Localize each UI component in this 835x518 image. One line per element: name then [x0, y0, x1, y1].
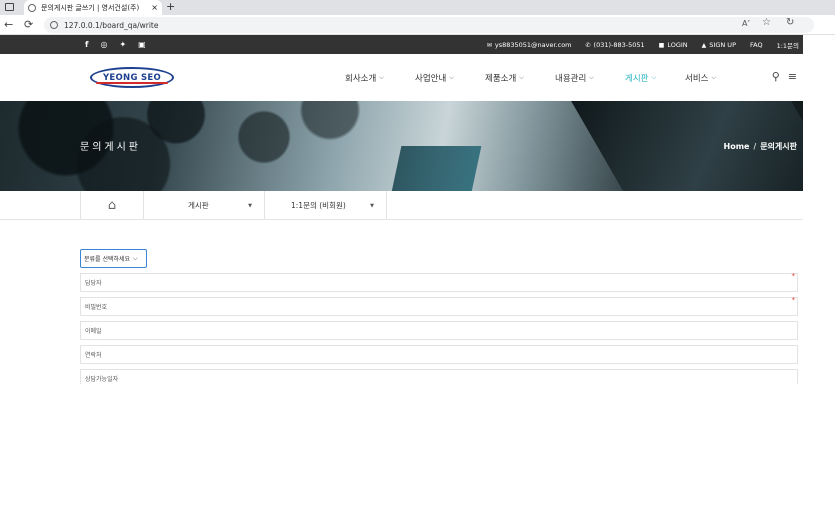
login-link[interactable]: ■ LOGIN	[659, 41, 688, 49]
home-icon: ⌂	[107, 198, 117, 213]
menu-item-content[interactable]: 내용관리 ⌵	[555, 72, 625, 84]
blank-area	[0, 384, 835, 518]
banner-tree-image	[0, 101, 440, 191]
header-icons: ⚲ ≡	[772, 70, 797, 83]
chevron-down-icon: ⌵	[711, 73, 717, 81]
phone-input[interactable]: 연락처	[80, 345, 798, 364]
caret-down-icon: ▼	[248, 202, 252, 209]
site-info-icon[interactable]	[50, 21, 58, 29]
chevron-down-icon: ⌵	[519, 73, 524, 81]
one-on-one-link[interactable]: 1:1문의	[777, 40, 799, 50]
subnav-home[interactable]: ⌂	[80, 191, 143, 220]
subnav-subboard-label: 1:1문의 (비회원)	[291, 201, 346, 210]
required-mark: *	[791, 272, 796, 280]
manager-input[interactable]: 담당자 *	[80, 272, 798, 292]
site-header: YEONG SEO 회사소개 ⌵ 사업안내 ⌵ 제품소개 ⌵ 내용관리 ⌵ 게시판 ⌵ 서…	[0, 54, 803, 101]
site-logo[interactable]: YEONG SEO	[90, 67, 174, 88]
menu-item-service[interactable]: 서비스 ⌵	[685, 72, 745, 84]
url-field[interactable]: 127.0.0.1/board_qa/write	[44, 17, 814, 33]
refresh-icon[interactable]: ↻	[786, 17, 794, 28]
menu-item-products[interactable]: 제품소개 ⌵	[485, 72, 555, 84]
caret-down-icon: ▼	[370, 202, 374, 209]
page-banner: 문의게시판 Home / 문의게시판	[0, 101, 803, 191]
faq-link[interactable]: FAQ	[750, 41, 763, 49]
breadcrumb-current: 문의게시판	[760, 142, 797, 151]
user-icon: ▲	[701, 41, 707, 49]
read-aloud-icon[interactable]: A’	[742, 19, 750, 28]
hamburger-menu-icon[interactable]: ≡	[788, 70, 797, 83]
search-icon[interactable]: ⚲	[772, 70, 780, 83]
signup-link[interactable]: ▲ SIGN UP	[702, 41, 736, 49]
phone-placeholder: 연락처	[85, 352, 102, 359]
email-placeholder: 이메일	[85, 328, 102, 335]
menu-item-company[interactable]: 회사소개 ⌵	[345, 72, 415, 84]
favorite-star-icon[interactable]: ☆	[762, 17, 771, 28]
twitter-icon[interactable]: ✦	[119, 40, 126, 49]
new-tab-button[interactable]: +	[166, 0, 175, 14]
phone-icon: ✆	[585, 41, 591, 49]
sub-navigation: ⌂ 게시판 ▼ 1:1문의 (비회원) ▼	[0, 191, 803, 220]
chevron-down-icon: ⌵	[133, 254, 138, 262]
social-links: f ◎ ✦ ▣	[85, 35, 146, 54]
password-placeholder: 비밀번호	[85, 304, 108, 311]
chevron-down-icon: ⌵	[651, 73, 657, 81]
page-title: 문의게시판	[80, 142, 141, 153]
browser-tab-strip: 문의게시판 글쓰기 | 영서건설(주) × +	[0, 0, 835, 15]
browser-tab[interactable]: 문의게시판 글쓰기 | 영서건설(주) ×	[24, 0, 162, 15]
chevron-down-icon: ⌵	[379, 73, 384, 81]
subnav-board-label: 게시판	[188, 201, 209, 210]
youtube-icon[interactable]: ▣	[138, 40, 146, 49]
manager-placeholder: 담당자	[85, 280, 102, 287]
back-arrow-icon[interactable]: ←	[4, 18, 13, 32]
email-input[interactable]: 이메일	[80, 321, 798, 340]
subnav-board-dropdown[interactable]: 게시판 ▼	[143, 191, 264, 220]
address-bar-row: ← ⟳ 127.0.0.1/board_qa/write A’ ☆ ↻	[0, 15, 835, 35]
chevron-down-icon: ⌵	[589, 73, 594, 81]
breadcrumb-separator: /	[753, 142, 757, 151]
lock-icon: ■	[658, 41, 665, 49]
tab-title: 문의게시판 글쓰기 | 영서건설(주)	[41, 3, 140, 12]
category-select-value: 분류를 선택하세요	[84, 256, 131, 263]
url-text: 127.0.0.1/board_qa/write	[64, 20, 159, 30]
password-input[interactable]: 비밀번호 *	[80, 296, 798, 316]
chevron-down-icon: ⌵	[449, 73, 454, 81]
mail-icon: ✉	[486, 41, 492, 49]
consult-date-placeholder: 상담가능일자	[85, 376, 119, 383]
menu-item-board[interactable]: 게시판 ⌵	[625, 72, 685, 84]
required-mark: *	[791, 296, 796, 304]
email-link[interactable]: ✉ ys8835051@naver.com	[487, 41, 572, 49]
reload-icon[interactable]: ⟳	[24, 18, 33, 32]
main-menu: 회사소개 ⌵ 사업안내 ⌵ 제품소개 ⌵ 내용관리 ⌵ 게시판 ⌵ 서비스 ⌵	[345, 54, 745, 101]
breadcrumb-home[interactable]: Home	[724, 142, 750, 151]
instagram-icon[interactable]: ◎	[100, 40, 107, 49]
top-links: ✉ ys8835051@naver.com ✆ (031)-883-5051 ■ LO…	[487, 35, 799, 54]
close-tab-icon[interactable]: ×	[151, 3, 158, 12]
breadcrumb: Home / 문의게시판	[724, 141, 797, 152]
site-top-bar: f ◎ ✦ ▣ ✉ ys8835051@naver.com ✆ (031)-883-…	[0, 35, 803, 54]
menu-item-business[interactable]: 사업안내 ⌵	[415, 72, 485, 84]
globe-icon	[28, 3, 36, 12]
facebook-icon[interactable]: f	[85, 40, 88, 49]
subnav-subboard-dropdown[interactable]: 1:1문의 (비회원) ▼	[264, 191, 387, 220]
phone-link[interactable]: ✆ (031)-883-5051	[586, 41, 645, 49]
category-select[interactable]: 분류를 선택하세요 ⌵	[80, 249, 147, 268]
window-menu-icon[interactable]	[5, 3, 14, 11]
